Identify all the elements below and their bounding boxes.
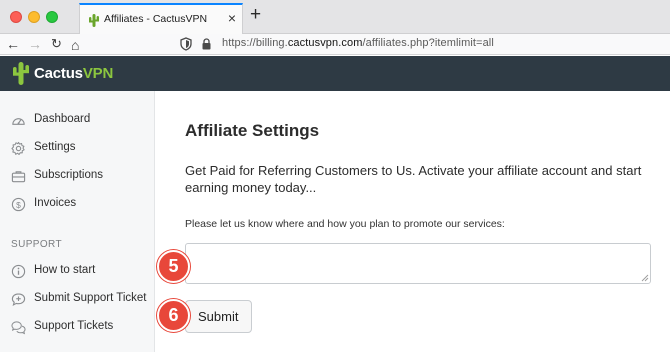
resize-grip-icon[interactable] <box>641 274 649 282</box>
url-prefix: https://billing. <box>222 37 288 49</box>
sidebar-item-support-tickets[interactable]: Support Tickets <box>11 318 155 338</box>
browser-tab-strip: Affiliates - CactusVPN × + <box>0 0 670 34</box>
reload-icon[interactable]: ↻ <box>51 36 62 52</box>
step-marker-5: 5 <box>157 250 190 283</box>
sidebar-item-invoices[interactable]: $ Invoices <box>11 195 155 215</box>
dashboard-icon <box>12 118 25 125</box>
tab-title: Affiliates - CactusVPN <box>104 13 208 25</box>
url-text[interactable]: https://billing.cactusvpn.com/affiliates… <box>222 37 494 49</box>
cactus-favicon-icon <box>89 14 99 27</box>
sidebar-item-label: Settings <box>34 141 76 153</box>
sidebar-item-subscriptions[interactable]: Subscriptions <box>11 167 155 187</box>
sidebar-item-label: How to start <box>34 264 96 276</box>
chat-bubbles-icon <box>11 321 26 335</box>
step-marker-6: 6 <box>157 299 190 332</box>
address-bar[interactable]: https://billing.cactusvpn.com/affiliates… <box>175 36 665 53</box>
sidebar-item-submit-support-ticket[interactable]: Submit Support Ticket <box>11 290 155 310</box>
sidebar-item-label: Support Tickets <box>34 320 114 332</box>
sidebar-item-label: Dashboard <box>34 113 91 125</box>
home-icon[interactable]: ⌂ <box>71 37 79 53</box>
close-window-button[interactable] <box>10 11 22 23</box>
maximize-window-button[interactable] <box>46 11 58 23</box>
sidebar-item-label: Subscriptions <box>34 169 104 181</box>
tab-close-icon[interactable]: × <box>228 10 236 26</box>
tracking-shield-icon[interactable] <box>180 37 192 51</box>
submit-button[interactable]: Submit <box>185 300 252 333</box>
url-host: cactusvpn.com <box>287 37 363 49</box>
promotion-plan-textarea[interactable] <box>185 243 651 284</box>
browser-nav-bar: ← → ↻ ⌂ https://billing.cactusvpn.com/af… <box>0 34 670 55</box>
chat-plus-icon <box>11 293 26 307</box>
brand-name-main: Cactus <box>34 65 83 82</box>
sidebar-item-how-to-start[interactable]: How to start <box>11 262 155 282</box>
promotion-question-label: Please let us know where and how you pla… <box>185 218 505 230</box>
briefcase-icon <box>11 171 26 183</box>
brand-logo-text[interactable]: CactusVPN <box>34 65 113 82</box>
browser-tab-affiliates[interactable]: Affiliates - CactusVPN × <box>79 3 243 34</box>
info-icon <box>11 264 26 279</box>
lock-icon[interactable] <box>201 38 212 50</box>
forward-arrow-icon[interactable]: → <box>28 36 42 52</box>
page-title: Affiliate Settings <box>185 121 320 140</box>
cactus-logo-icon[interactable] <box>12 61 30 85</box>
sidebar: Dashboard Settings Subscriptions $ Invoi… <box>0 91 155 352</box>
url-path: /affiliates.php?itemlimit=all <box>362 37 494 49</box>
back-arrow-icon[interactable]: ← <box>6 36 20 52</box>
site-header: CactusVPN <box>0 56 670 91</box>
new-tab-button[interactable]: + <box>250 5 261 25</box>
affiliate-intro-text: Get Paid for Referring Customers to Us. … <box>185 163 642 195</box>
svg-text:$: $ <box>16 200 21 210</box>
gear-icon <box>11 141 25 156</box>
sidebar-item-dashboard[interactable]: Dashboard <box>11 111 155 131</box>
sidebar-item-settings[interactable]: Settings <box>11 139 155 159</box>
support-section-heading: SUPPORT <box>11 239 62 250</box>
minimize-window-button[interactable] <box>28 11 40 23</box>
brand-name-accent: VPN <box>82 65 114 82</box>
sidebar-item-label: Submit Support Ticket <box>34 292 147 304</box>
dollar-circle-icon: $ <box>11 197 26 212</box>
sidebar-item-label: Invoices <box>34 197 77 209</box>
